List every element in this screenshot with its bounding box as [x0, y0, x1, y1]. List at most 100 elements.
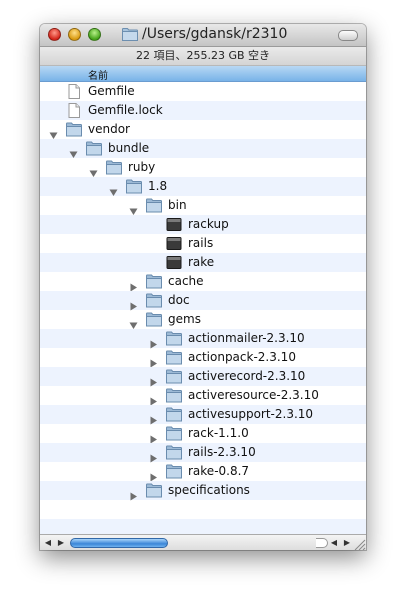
list-item[interactable]: Gemfile.lock: [40, 101, 366, 120]
disclosure-closed-icon[interactable]: [149, 334, 158, 349]
disclosure-closed-icon[interactable]: [149, 467, 158, 482]
disclosure-closed-icon[interactable]: [149, 372, 158, 387]
folder-icon: [166, 445, 182, 460]
list-item[interactable]: doc: [40, 291, 366, 311]
list-item-label: Gemfile.lock: [88, 103, 163, 117]
list-item[interactable]: rake-0.8.7: [40, 462, 366, 482]
folder-icon: [146, 293, 162, 308]
disclosure-closed-icon[interactable]: [129, 296, 138, 311]
folder-icon: [86, 141, 102, 156]
folder-icon: [126, 179, 142, 194]
list-item-label: activesupport-2.3.10: [188, 407, 314, 421]
finder-window: /Users/gdansk/r2310 22 項目、255.23 GB 空き 名…: [40, 24, 366, 550]
list-item-label: Gemfile: [88, 84, 135, 98]
empty-row: [40, 500, 366, 519]
resize-grip-icon[interactable]: [352, 537, 366, 550]
list-item[interactable]: activesupport-2.3.10: [40, 405, 366, 425]
file-list: Gemfile Gemfile.lock vendor bundle ruby 1.8 bi…: [40, 82, 366, 538]
list-item[interactable]: rails-2.3.10: [40, 443, 366, 463]
list-item-label: rack-1.1.0: [188, 426, 249, 440]
scrollbar-thumb[interactable]: [70, 538, 168, 548]
folder-icon: [166, 350, 182, 365]
list-item-label: specifications: [168, 483, 250, 497]
column-header-label: 名前: [88, 71, 108, 82]
list-item[interactable]: cache: [40, 272, 366, 292]
list-item-label: vendor: [88, 122, 130, 136]
disclosure-closed-icon[interactable]: [149, 391, 158, 406]
list-item[interactable]: vendor: [40, 120, 366, 139]
list-item-label: 1.8: [148, 179, 168, 193]
folder-icon: [146, 198, 162, 213]
disclosure-closed-icon[interactable]: [149, 429, 158, 444]
column-header-name[interactable]: 名前: [40, 66, 366, 82]
list-item[interactable]: actionmailer-2.3.10: [40, 329, 366, 349]
scroll-right-icon[interactable]: ▶: [342, 538, 352, 548]
disclosure-closed-icon[interactable]: [149, 410, 158, 425]
disclosure-open-icon[interactable]: [129, 201, 138, 215]
folder-icon: [166, 407, 182, 422]
toolbar-toggle-button[interactable]: [338, 30, 358, 41]
folder-icon: [166, 388, 182, 403]
list-item[interactable]: gems: [40, 310, 366, 329]
folder-icon: [166, 426, 182, 441]
disclosure-closed-icon[interactable]: [149, 353, 158, 368]
list-item-label: gems: [168, 312, 201, 326]
close-button[interactable]: [48, 28, 61, 41]
list-item-label: doc: [168, 293, 190, 307]
list-item-label: cache: [168, 274, 204, 288]
folder-icon: [122, 28, 138, 41]
list-item-label: rails: [188, 236, 214, 250]
folder-icon: [106, 160, 122, 175]
list-item-label: ruby: [128, 160, 156, 174]
horizontal-scrollbar[interactable]: ◀ ▶ ◀ ▶: [40, 534, 366, 550]
title-bar[interactable]: /Users/gdansk/r2310: [40, 24, 366, 47]
disclosure-closed-icon[interactable]: [129, 486, 138, 501]
list-item[interactable]: specifications: [40, 481, 366, 501]
list-item[interactable]: activerecord-2.3.10: [40, 367, 366, 387]
document-icon: [66, 103, 82, 118]
status-text: 22 項目、255.23 GB 空き: [135, 49, 271, 62]
list-item[interactable]: bundle: [40, 139, 366, 158]
list-item[interactable]: Gemfile: [40, 82, 366, 101]
list-item-label: actionpack-2.3.10: [188, 350, 296, 364]
list-item-label: rake-0.8.7: [188, 464, 250, 478]
list-item[interactable]: ruby: [40, 158, 366, 177]
list-item[interactable]: actionpack-2.3.10: [40, 348, 366, 368]
list-item-label: activeresource-2.3.10: [188, 388, 319, 402]
list-item[interactable]: rake: [40, 253, 366, 272]
list-item[interactable]: activeresource-2.3.10: [40, 386, 366, 406]
list-item[interactable]: 1.8: [40, 177, 366, 196]
list-item-label: actionmailer-2.3.10: [188, 331, 305, 345]
executable-icon: [166, 217, 182, 232]
folder-icon: [146, 274, 162, 289]
list-item[interactable]: rackup: [40, 215, 366, 234]
list-item[interactable]: bin: [40, 196, 366, 215]
list-item[interactable]: rails: [40, 234, 366, 253]
disclosure-closed-icon[interactable]: [129, 277, 138, 292]
zoom-button[interactable]: [88, 28, 101, 41]
disclosure-open-icon[interactable]: [49, 125, 58, 139]
status-bar: 22 項目、255.23 GB 空き: [40, 47, 366, 66]
disclosure-open-icon[interactable]: [69, 144, 78, 158]
folder-icon: [166, 464, 182, 479]
scroll-left-icon[interactable]: ◀: [43, 538, 53, 548]
minimize-button[interactable]: [68, 28, 81, 41]
folder-icon: [146, 312, 162, 327]
disclosure-open-icon[interactable]: [89, 163, 98, 177]
list-item-label: bin: [168, 198, 187, 212]
scrollbar-track-end: [316, 538, 328, 548]
disclosure-open-icon[interactable]: [109, 182, 118, 196]
scroll-left-icon[interactable]: ◀: [329, 538, 339, 548]
disclosure-closed-icon[interactable]: [149, 448, 158, 463]
folder-icon: [166, 369, 182, 384]
scroll-right-icon[interactable]: ▶: [56, 538, 66, 548]
list-item-label: rackup: [188, 217, 229, 231]
list-item[interactable]: rack-1.1.0: [40, 424, 366, 444]
list-item-label: activerecord-2.3.10: [188, 369, 306, 383]
executable-icon: [166, 236, 182, 251]
window-title: /Users/gdansk/r2310: [142, 26, 288, 42]
list-item-label: rails-2.3.10: [188, 445, 256, 459]
list-item-label: bundle: [108, 141, 150, 155]
executable-icon: [166, 255, 182, 270]
disclosure-open-icon[interactable]: [129, 315, 138, 329]
